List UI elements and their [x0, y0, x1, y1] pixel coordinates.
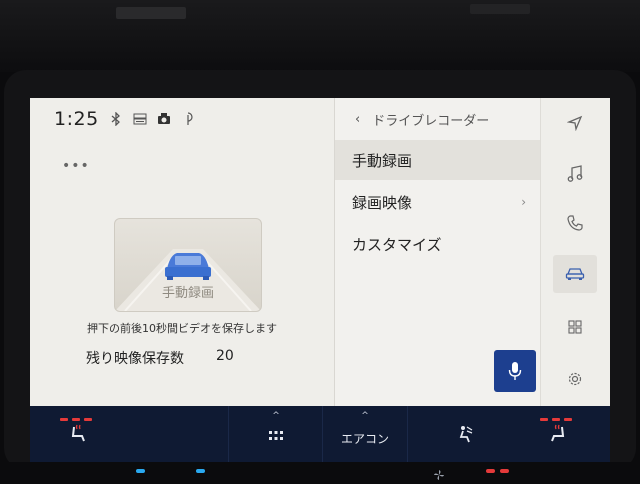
- climate-label: エアコン: [340, 431, 389, 446]
- more-options-button[interactable]: •••: [62, 158, 90, 174]
- air-flow-icon: [459, 426, 473, 443]
- seat-heater-icon: [71, 424, 85, 442]
- dashboard-bezel: [0, 0, 640, 72]
- indicator-led-red: [486, 469, 495, 473]
- menu-item-recorded-video[interactable]: 録画映像 ›: [335, 182, 540, 222]
- indicator-led-blue: [136, 469, 145, 473]
- chevron-right-icon: ›: [521, 195, 526, 209]
- menu-title: ドライブレコーダー: [372, 114, 490, 129]
- status-bar: 1:25: [54, 108, 195, 130]
- indicator-led-red: [500, 469, 509, 473]
- remaining-count-label: 残り映像保存数: [86, 351, 184, 367]
- grid-dots-icon: [269, 431, 283, 440]
- apps-icon[interactable]: [553, 308, 597, 346]
- air-vent-slot-right: [470, 4, 530, 14]
- seat-heater-left-button[interactable]: [56, 406, 100, 462]
- seat-heater-right-button[interactable]: [536, 406, 580, 462]
- car-front-icon: [165, 253, 211, 280]
- dashcam-icon: [157, 112, 171, 126]
- menu-item-manual-record[interactable]: 手動録画: [335, 140, 540, 180]
- wireless-charge-icon: [181, 112, 195, 126]
- manual-record-button[interactable]: 手動録画: [114, 218, 262, 312]
- caret-up-icon: ^: [272, 411, 280, 421]
- record-button-label: 手動録画: [161, 286, 214, 301]
- infotainment-screen: 1:25 ••• 手動録画 押下の前後10秒間ビデオを保存します 残り映像保存数…: [30, 98, 610, 462]
- etc-icon: [133, 112, 147, 126]
- seat-heater-icon: [551, 424, 565, 442]
- climate-bar: ^ ^ エアコン: [30, 406, 610, 462]
- recorder-menu: ‹ ドライブレコーダー 手動録画 録画映像 › カスタマイズ: [335, 98, 540, 406]
- car-icon[interactable]: [553, 255, 597, 293]
- indicator-led-blue: [196, 469, 205, 473]
- music-icon[interactable]: [553, 155, 597, 193]
- recorder-panel: 1:25 ••• 手動録画 押下の前後10秒間ビデオを保存します 残り映像保存数…: [30, 98, 334, 406]
- record-hint: 押下の前後10秒間ビデオを保存します: [87, 322, 277, 335]
- bar-separator: [407, 406, 408, 462]
- air-flow-button[interactable]: [442, 406, 486, 462]
- back-button[interactable]: ‹: [355, 112, 360, 127]
- lower-panel: [0, 462, 640, 480]
- bar-separator: [228, 406, 229, 462]
- menu-item-customize[interactable]: カスタマイズ: [335, 224, 540, 264]
- phone-icon[interactable]: [553, 204, 597, 242]
- app-grid-button[interactable]: ^: [230, 406, 322, 462]
- menu-item-label: 手動録画: [352, 151, 413, 170]
- navigation-icon[interactable]: [553, 104, 597, 142]
- voice-button[interactable]: [494, 350, 536, 392]
- bluetooth-icon: [109, 112, 123, 126]
- caret-up-icon: ^: [361, 411, 369, 421]
- microphone-icon: [508, 362, 522, 380]
- settings-icon[interactable]: [553, 360, 597, 398]
- fan-icon: [434, 465, 444, 480]
- climate-button[interactable]: ^ エアコン: [323, 406, 407, 462]
- app-rail: [540, 98, 610, 406]
- menu-item-label: 録画映像: [352, 193, 413, 212]
- menu-item-label: カスタマイズ: [352, 235, 442, 254]
- menu-header: ‹ ドライブレコーダー: [355, 110, 489, 129]
- clock: 1:25: [54, 108, 99, 130]
- air-vent-slot: [116, 7, 186, 19]
- remaining-count-value: 20: [216, 348, 234, 364]
